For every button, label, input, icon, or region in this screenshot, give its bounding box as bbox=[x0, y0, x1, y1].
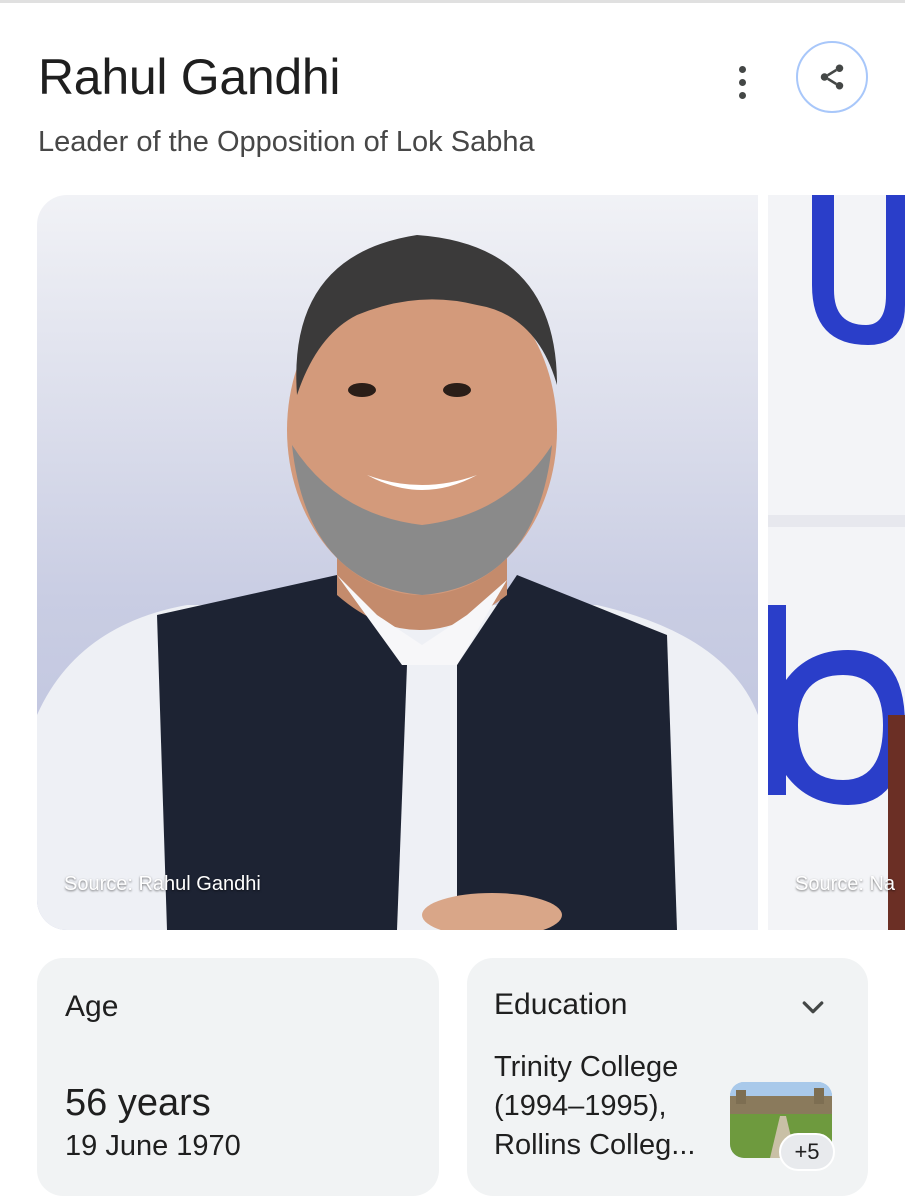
share-icon bbox=[820, 64, 844, 90]
age-card[interactable]: Age 56 years 19 June 1970 bbox=[37, 958, 439, 1196]
birth-date: 19 June 1970 bbox=[65, 1130, 241, 1162]
education-card[interactable]: Education Trinity College (1994–1995), R… bbox=[467, 958, 868, 1196]
next-photo[interactable]: Source: Na bbox=[768, 195, 905, 930]
education-line: (1994–1995), bbox=[494, 1090, 667, 1122]
more-vert-icon-dot bbox=[738, 78, 746, 86]
more-vert-icon bbox=[738, 65, 746, 73]
next-photo-illustration bbox=[768, 195, 905, 930]
chevron-down-icon bbox=[802, 1001, 824, 1014]
age-label: Age bbox=[65, 990, 119, 1023]
education-line: Rollins Colleg... bbox=[494, 1129, 696, 1161]
portrait-illustration bbox=[37, 235, 758, 930]
entity-subtitle: Leader of the Opposition of Lok Sabha bbox=[38, 126, 535, 158]
top-divider bbox=[0, 0, 905, 3]
education-line: Trinity College bbox=[494, 1051, 679, 1083]
expand-button[interactable] bbox=[793, 988, 833, 1028]
more-options-button[interactable] bbox=[722, 60, 762, 104]
entity-title: Rahul Gandhi bbox=[38, 49, 341, 105]
more-count-badge[interactable]: +5 bbox=[779, 1133, 835, 1171]
education-text: Trinity College (1994–1995), Rollins Col… bbox=[494, 1048, 695, 1165]
profile-photo[interactable]: Source: Rahul Gandhi bbox=[37, 195, 758, 930]
image-source-label: Source: Rahul Gandhi bbox=[64, 873, 261, 895]
education-label: Education bbox=[494, 988, 628, 1021]
image-source-label: Source: Na bbox=[795, 873, 896, 895]
age-value: 56 years bbox=[65, 1082, 211, 1124]
share-button[interactable] bbox=[796, 41, 868, 113]
more-vert-icon-dot bbox=[738, 91, 746, 99]
